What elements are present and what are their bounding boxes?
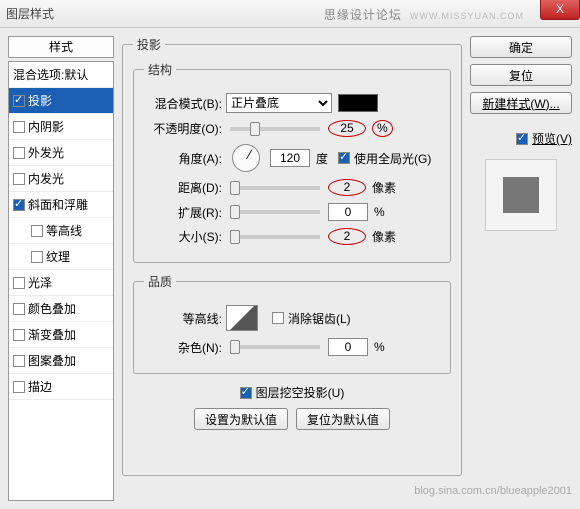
preview-box xyxy=(485,159,557,231)
style-item-11[interactable]: 图案叠加 xyxy=(9,348,113,374)
knockout-label: 图层挖空投影(U) xyxy=(256,384,345,401)
spread-value[interactable]: 0 xyxy=(328,203,368,221)
style-item-0[interactable]: 混合选项:默认 xyxy=(9,62,113,88)
style-checkbox[interactable] xyxy=(13,381,25,393)
global-light-checkbox[interactable] xyxy=(338,152,350,164)
style-item-label: 斜面和浮雕 xyxy=(28,196,88,213)
style-item-label: 图案叠加 xyxy=(28,352,76,369)
opacity-slider[interactable] xyxy=(230,127,320,131)
styles-list: 混合选项:默认投影内阴影外发光内发光斜面和浮雕等高线纹理光泽颜色叠加渐变叠加图案… xyxy=(8,61,114,501)
knockout-checkbox[interactable] xyxy=(240,387,252,399)
styles-panel: 样式 混合选项:默认投影内阴影外发光内发光斜面和浮雕等高线纹理光泽颜色叠加渐变叠… xyxy=(8,36,114,501)
distance-unit: 像素 xyxy=(372,179,396,196)
preview-swatch xyxy=(503,177,539,213)
style-item-5[interactable]: 斜面和浮雕 xyxy=(9,192,113,218)
set-default-button[interactable]: 设置为默认值 xyxy=(194,408,288,430)
new-style-button[interactable]: 新建样式(W)... xyxy=(470,92,572,114)
global-light-label: 使用全局光(G) xyxy=(354,150,431,167)
action-panel: 确定 复位 新建样式(W)... 预览(V) xyxy=(470,36,572,501)
style-item-label: 内发光 xyxy=(28,170,64,187)
size-slider[interactable] xyxy=(230,235,320,239)
preview-checkbox[interactable] xyxy=(516,133,528,145)
style-item-label: 外发光 xyxy=(28,144,64,161)
reset-button[interactable]: 复位 xyxy=(470,64,572,86)
reset-default-button[interactable]: 复位为默认值 xyxy=(296,408,390,430)
style-item-2[interactable]: 内阴影 xyxy=(9,114,113,140)
size-label: 大小(S): xyxy=(144,228,222,245)
style-item-12[interactable]: 描边 xyxy=(9,374,113,400)
drop-shadow-group: 投影 结构 混合模式(B): 正片叠底 不透明度(O): 25 % 角度(A): xyxy=(122,36,462,476)
style-checkbox[interactable] xyxy=(13,355,25,367)
settings-panel: 投影 结构 混合模式(B): 正片叠底 不透明度(O): 25 % 角度(A): xyxy=(122,36,462,501)
distance-label: 距离(D): xyxy=(144,179,222,196)
style-item-label: 等高线 xyxy=(46,222,82,239)
style-checkbox[interactable] xyxy=(13,199,25,211)
style-item-label: 纹理 xyxy=(46,248,70,265)
style-checkbox[interactable] xyxy=(13,95,25,107)
noise-label: 杂色(N): xyxy=(144,339,222,356)
style-checkbox[interactable] xyxy=(13,147,25,159)
noise-slider[interactable] xyxy=(230,345,320,349)
angle-label: 角度(A): xyxy=(144,150,222,167)
style-item-label: 内阴影 xyxy=(28,118,64,135)
style-checkbox[interactable] xyxy=(31,225,43,237)
structure-legend: 结构 xyxy=(144,61,176,78)
preview-label: 预览(V) xyxy=(532,130,572,147)
angle-value[interactable]: 120 xyxy=(270,149,310,167)
style-item-4[interactable]: 内发光 xyxy=(9,166,113,192)
style-item-8[interactable]: 光泽 xyxy=(9,270,113,296)
antialias-label: 消除锯齿(L) xyxy=(288,310,351,327)
style-checkbox[interactable] xyxy=(13,303,25,315)
noise-value[interactable]: 0 xyxy=(328,338,368,356)
blend-mode-label: 混合模式(B): xyxy=(144,95,222,112)
spread-unit: % xyxy=(374,205,385,219)
style-checkbox[interactable] xyxy=(13,277,25,289)
structure-group: 结构 混合模式(B): 正片叠底 不透明度(O): 25 % 角度(A): 12… xyxy=(133,61,451,263)
angle-dial[interactable] xyxy=(232,144,260,172)
ok-button[interactable]: 确定 xyxy=(470,36,572,58)
quality-legend: 品质 xyxy=(144,273,176,290)
noise-unit: % xyxy=(374,340,385,354)
size-unit: 像素 xyxy=(372,228,396,245)
styles-header: 样式 xyxy=(8,36,114,58)
antialias-checkbox[interactable] xyxy=(272,312,284,324)
shadow-color-swatch[interactable] xyxy=(338,94,378,112)
size-value[interactable]: 2 xyxy=(328,228,366,245)
spread-label: 扩展(R): xyxy=(144,204,222,221)
distance-value[interactable]: 2 xyxy=(328,179,366,196)
contour-label: 等高线: xyxy=(144,310,222,327)
quality-group: 品质 等高线: 消除锯齿(L) 杂色(N): 0 % xyxy=(133,273,451,374)
watermark: 思缘设计论坛 WWW.MISSYUAN.COM xyxy=(324,6,524,23)
style-item-10[interactable]: 渐变叠加 xyxy=(9,322,113,348)
footer-watermark: blog.sina.com.cn/blueapple2001 xyxy=(414,485,572,497)
style-item-label: 光泽 xyxy=(28,274,52,291)
style-item-9[interactable]: 颜色叠加 xyxy=(9,296,113,322)
window-title: 图层样式 xyxy=(6,5,54,22)
style-item-label: 颜色叠加 xyxy=(28,300,76,317)
style-checkbox[interactable] xyxy=(13,173,25,185)
style-item-3[interactable]: 外发光 xyxy=(9,140,113,166)
opacity-label: 不透明度(O): xyxy=(144,120,222,137)
style-checkbox[interactable] xyxy=(31,251,43,263)
style-checkbox[interactable] xyxy=(13,329,25,341)
contour-picker[interactable] xyxy=(226,305,258,331)
style-item-6[interactable]: 等高线 xyxy=(9,218,113,244)
opacity-unit: % xyxy=(372,120,393,137)
close-button[interactable]: X xyxy=(540,0,580,20)
style-item-label: 描边 xyxy=(28,378,52,395)
titlebar: 图层样式 思缘设计论坛 WWW.MISSYUAN.COM X xyxy=(0,0,580,28)
distance-slider[interactable] xyxy=(230,186,320,190)
opacity-value[interactable]: 25 xyxy=(328,120,366,137)
style-item-label: 投影 xyxy=(28,92,52,109)
style-item-7[interactable]: 纹理 xyxy=(9,244,113,270)
style-item-label: 混合选项:默认 xyxy=(13,66,88,83)
style-checkbox[interactable] xyxy=(13,121,25,133)
angle-unit: 度 xyxy=(316,150,328,167)
style-item-1[interactable]: 投影 xyxy=(9,88,113,114)
blend-mode-select[interactable]: 正片叠底 xyxy=(226,93,332,113)
style-item-label: 渐变叠加 xyxy=(28,326,76,343)
spread-slider[interactable] xyxy=(230,210,320,214)
drop-shadow-legend: 投影 xyxy=(133,36,165,53)
